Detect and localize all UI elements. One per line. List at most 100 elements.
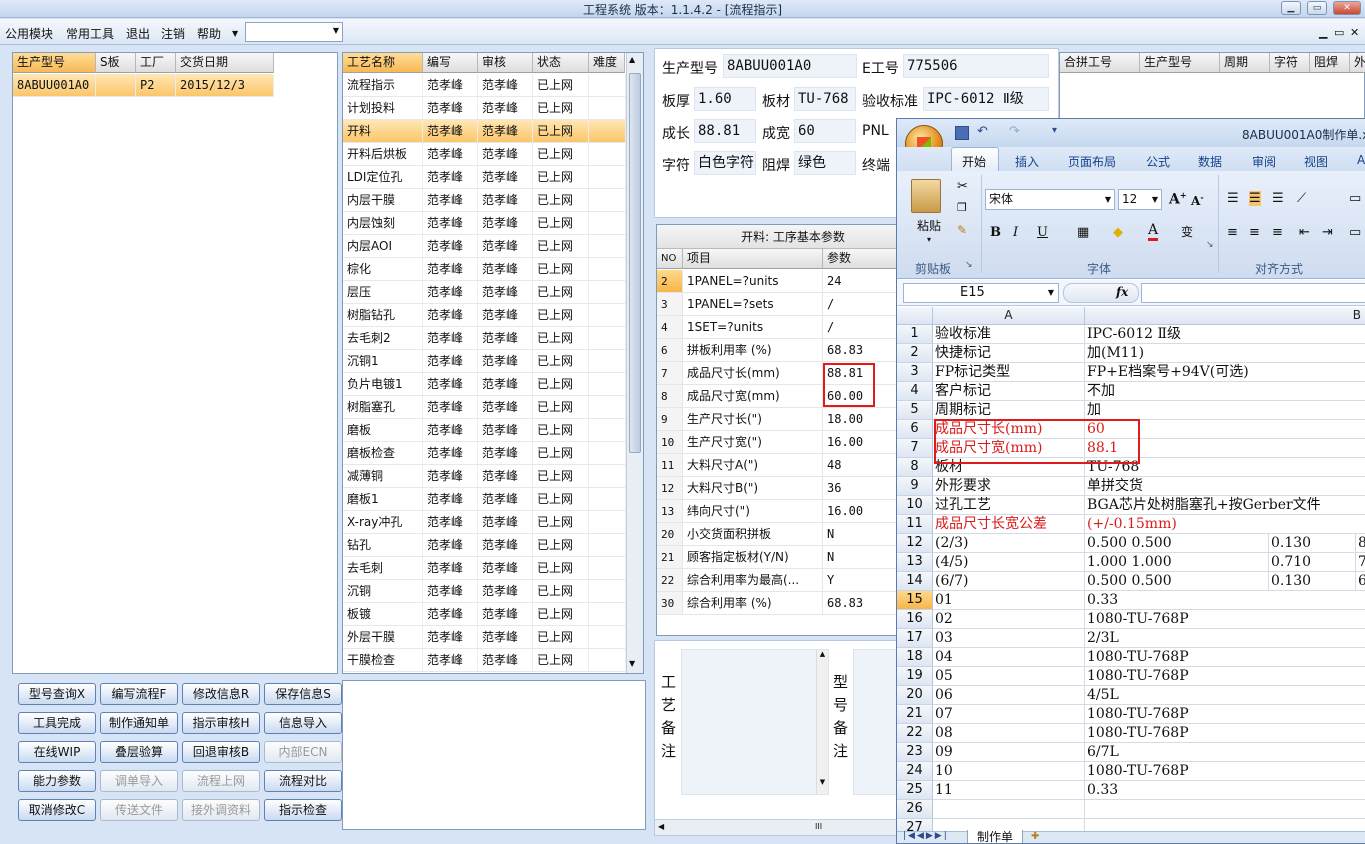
review-indication-button[interactable]: 指示审核H — [182, 712, 260, 734]
insert-function-icon[interactable]: fx — [1116, 285, 1128, 299]
align-bottom-icon[interactable]: ☰ — [1272, 191, 1284, 206]
copy-icon[interactable]: ❐ — [957, 201, 967, 214]
process-row[interactable]: 计划投料 范孝峰 范孝峰 已上网 — [343, 97, 626, 120]
cell-b[interactable]: 1080-TU-768P — [1085, 648, 1365, 667]
cell-b[interactable] — [1085, 800, 1365, 819]
process-row[interactable]: 树脂塞孔 范孝峰 范孝峰 已上网 — [343, 396, 626, 419]
col-item[interactable]: 项目 — [683, 249, 823, 269]
cell-a[interactable] — [933, 800, 1085, 819]
param-item[interactable]: 成品尺寸长(mm) — [683, 362, 823, 385]
col-combine-outer[interactable]: 外层 — [1350, 53, 1365, 73]
row-header[interactable]: 16 — [897, 610, 933, 629]
flow-compare-button[interactable]: 流程对比 — [264, 770, 342, 792]
font-group-launcher-icon[interactable]: ↘ — [1206, 240, 1214, 250]
param-no[interactable]: 9 — [657, 408, 683, 431]
font-size-select[interactable]: 12 ▼ — [1118, 189, 1162, 210]
param-item[interactable]: 拼板利用率 (%) — [683, 339, 823, 362]
align-top-icon[interactable]: ☰ — [1227, 191, 1239, 206]
paste-dropdown-icon[interactable]: ▾ — [927, 235, 931, 244]
fill-color-icon[interactable]: ◆ — [1113, 225, 1123, 240]
maximize-button[interactable]: ▭ — [1307, 1, 1327, 15]
param-no[interactable]: 22 — [657, 569, 683, 592]
cell-b[interactable]: 1080-TU-768P — [1085, 724, 1365, 743]
process-row[interactable]: 去毛刺 范孝峰 范孝峰 已上网 — [343, 557, 626, 580]
order-import-button[interactable]: 调单导入 — [100, 770, 178, 792]
row-header[interactable]: 18 — [897, 648, 933, 667]
row-header[interactable]: 20 — [897, 686, 933, 705]
col-combine-model[interactable]: 生产型号 — [1140, 53, 1220, 73]
tab-insert[interactable]: 插入 — [1015, 153, 1039, 170]
process-row[interactable]: 干膜检查 范孝峰 范孝峰 已上网 — [343, 649, 626, 672]
row-header[interactable]: 6 — [897, 420, 933, 439]
process-row[interactable]: 树脂钻孔 范孝峰 范孝峰 已上网 — [343, 304, 626, 327]
process-row[interactable]: 棕化 范孝峰 范孝峰 已上网 — [343, 258, 626, 281]
param-item[interactable]: 1PANEL=?units — [683, 270, 823, 293]
cell-c[interactable]: 0.710 — [1269, 553, 1356, 572]
grow-font-icon[interactable]: A+ — [1169, 190, 1187, 208]
cell-b[interactable]: 4/5L — [1085, 686, 1365, 705]
standard-field[interactable]: IPC-6012 Ⅱ级 — [923, 87, 1049, 111]
row-header[interactable]: 12 — [897, 534, 933, 553]
mdi-close-icon[interactable]: ✕ — [1350, 26, 1359, 39]
stack-calc-button[interactable]: 叠层验算 — [100, 741, 178, 763]
combo-arrow-icon[interactable]: ▼ — [333, 26, 339, 35]
process-row[interactable]: 内层蚀刻 范孝峰 范孝峰 已上网 — [343, 212, 626, 235]
cell-b[interactable]: 不加 — [1085, 382, 1365, 401]
cell-a[interactable]: 07 — [933, 705, 1085, 724]
process-row[interactable]: 层压 范孝峰 范孝峰 已上网 — [343, 281, 626, 304]
hscroll-left-icon[interactable]: ◀ — [658, 820, 664, 834]
col-combine-period[interactable]: 周期 — [1220, 53, 1270, 73]
cell-a[interactable]: 04 — [933, 648, 1085, 667]
minimize-button[interactable]: ▁ — [1281, 1, 1301, 15]
undo-icon[interactable]: ↶ — [977, 124, 988, 139]
param-no[interactable]: 3 — [657, 293, 683, 316]
external-data-button[interactable]: 接外调资料 — [182, 799, 260, 821]
param-item[interactable]: 成品尺寸宽(mm) — [683, 385, 823, 408]
notes-hscrollbar[interactable]: ◀ III — [655, 819, 899, 835]
tab-formulas[interactable]: 公式 — [1146, 153, 1170, 170]
col-no[interactable]: NO — [657, 249, 683, 269]
col-status[interactable]: 状态 — [533, 53, 589, 73]
cell-b[interactable]: 0.33 — [1085, 781, 1365, 800]
row-header[interactable]: 13 — [897, 553, 933, 572]
rollback-review-button[interactable]: 回退审核B — [182, 741, 260, 763]
cell-b[interactable]: 1080-TU-768P — [1085, 762, 1365, 781]
bold-icon[interactable]: B — [990, 225, 1001, 240]
edit-info-button[interactable]: 修改信息R — [182, 683, 260, 705]
process-row[interactable]: 去毛刺2 范孝峰 范孝峰 已上网 — [343, 327, 626, 350]
process-row[interactable]: 内层AOI 范孝峰 范孝峰 已上网 — [343, 235, 626, 258]
param-item[interactable]: 综合利用率 (%) — [683, 592, 823, 615]
menu-logout[interactable]: 注销 — [161, 25, 185, 42]
cancel-edit-button[interactable]: 取消修改C — [18, 799, 96, 821]
cell-b[interactable]: 加 — [1085, 401, 1365, 420]
row-header[interactable]: 22 — [897, 724, 933, 743]
cell-a[interactable]: 03 — [933, 629, 1085, 648]
row-header[interactable]: 24 — [897, 762, 933, 781]
sheet-tab[interactable]: 制作单 — [967, 830, 1023, 843]
row-header[interactable]: 1 — [897, 325, 933, 344]
cell-b[interactable]: 1080-TU-768P — [1085, 667, 1365, 686]
cell-a[interactable]: (6/7) — [933, 572, 1085, 591]
col-combine-no[interactable]: 合拼工号 — [1060, 53, 1140, 73]
param-value[interactable]: 18.00 — [823, 408, 897, 431]
tool-done-button[interactable]: 工具完成 — [18, 712, 96, 734]
cell-a[interactable]: 05 — [933, 667, 1085, 686]
cell-b[interactable]: 单拼交货 — [1085, 477, 1365, 496]
model-notes-field[interactable] — [853, 649, 899, 795]
param-value[interactable]: N — [823, 546, 897, 569]
cell-b[interactable]: 0.500 0.500 — [1085, 572, 1269, 591]
col-difficulty[interactable]: 难度 — [589, 53, 625, 73]
thickness-field[interactable]: 1.60 — [694, 87, 756, 111]
qat-dropdown-icon[interactable]: ▾ — [1052, 125, 1057, 136]
scroll-down-icon[interactable]: ▼ — [629, 659, 635, 668]
notes-scrollbar[interactable]: ▲ ▼ — [816, 650, 828, 794]
model-field[interactable]: 8ABUU001A0 — [723, 54, 857, 78]
cell-a[interactable]: 10 — [933, 762, 1085, 781]
cell-b[interactable]: IPC-6012 Ⅱ级 — [1085, 325, 1365, 344]
phonetic-icon[interactable]: 变 — [1181, 223, 1193, 240]
cell-a[interactable]: 验收标准 — [933, 325, 1085, 344]
process-row[interactable]: 开料后烘板 范孝峰 范孝峰 已上网 — [343, 143, 626, 166]
wrap-text-icon[interactable]: ▭ — [1349, 191, 1361, 206]
col-header-a[interactable]: A — [933, 307, 1085, 325]
save-info-button[interactable]: 保存信息S — [264, 683, 342, 705]
